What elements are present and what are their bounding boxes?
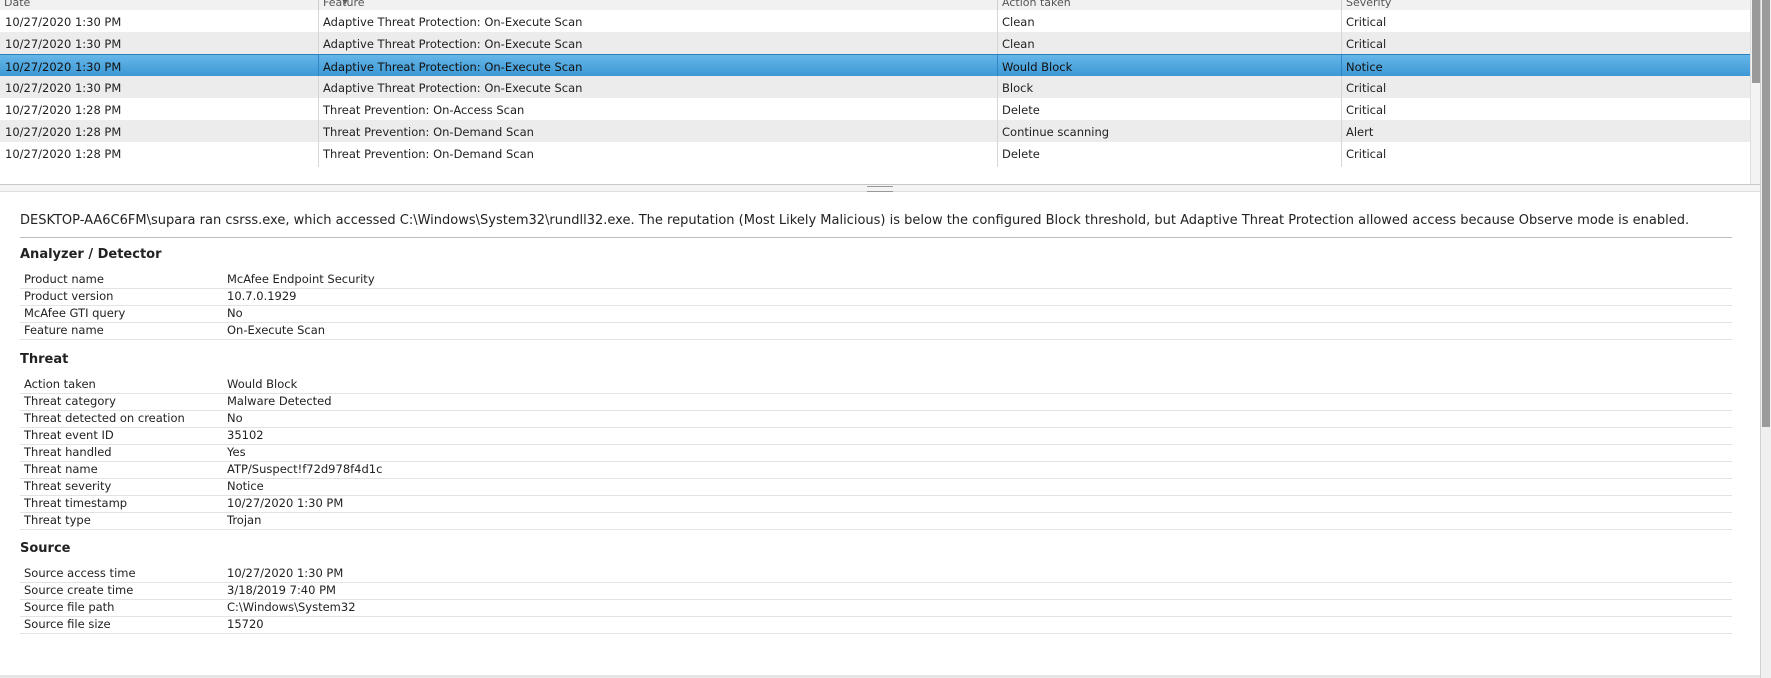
severity-cell: Critical (1346, 147, 1387, 161)
property-row: Feature name On-Execute Scan (20, 321, 1732, 340)
grid-scrollbar-thumb[interactable] (1752, 0, 1760, 83)
property-value: On-Execute Scan (227, 323, 326, 337)
feature-cell: Threat Prevention: On-Demand Scan (323, 147, 534, 161)
section-title-analyzer: Analyzer / Detector (20, 247, 162, 262)
table-row[interactable]: 10/27/2020 1:28 PM Threat Prevention: On… (0, 142, 1760, 167)
date-cell: 10/27/2020 1:28 PM (5, 147, 122, 161)
action-cell: Delete (1002, 147, 1040, 161)
property-row: Source file size 15720 (20, 615, 1732, 634)
column-header-date[interactable]: Date (4, 0, 304, 10)
property-value: Trojan (227, 513, 262, 527)
details-scrollbar[interactable] (1760, 0, 1771, 678)
section-title-threat: Threat (20, 352, 69, 367)
header-divider[interactable] (318, 0, 319, 10)
property-row: Threat type Trojan (20, 511, 1732, 530)
property-key: Threat type (24, 513, 91, 527)
property-value: 15720 (227, 617, 264, 631)
property-key: Feature name (24, 323, 104, 337)
header-divider[interactable] (997, 0, 998, 10)
event-grid: Date ▼ Feature Action taken Severity 10/… (0, 0, 1760, 184)
summary-divider (20, 237, 1732, 238)
event-details-pane: DESKTOP-AA6C6FM\supara ran csrss.exe, wh… (0, 192, 1760, 678)
event-summary: DESKTOP-AA6C6FM\supara ran csrss.exe, wh… (20, 213, 1690, 228)
section-title-source: Source (20, 541, 71, 556)
column-header-action[interactable]: Action taken (1002, 0, 1322, 10)
column-header-feature[interactable]: Feature (323, 0, 983, 10)
header-divider[interactable] (1341, 0, 1342, 10)
property-key: Source file size (24, 617, 111, 631)
column-header-severity[interactable]: Severity (1346, 0, 1736, 10)
details-scrollbar-thumb[interactable] (1762, 0, 1770, 427)
pane-splitter[interactable] (0, 184, 1760, 192)
grid-scrollbar[interactable] (1750, 0, 1760, 184)
